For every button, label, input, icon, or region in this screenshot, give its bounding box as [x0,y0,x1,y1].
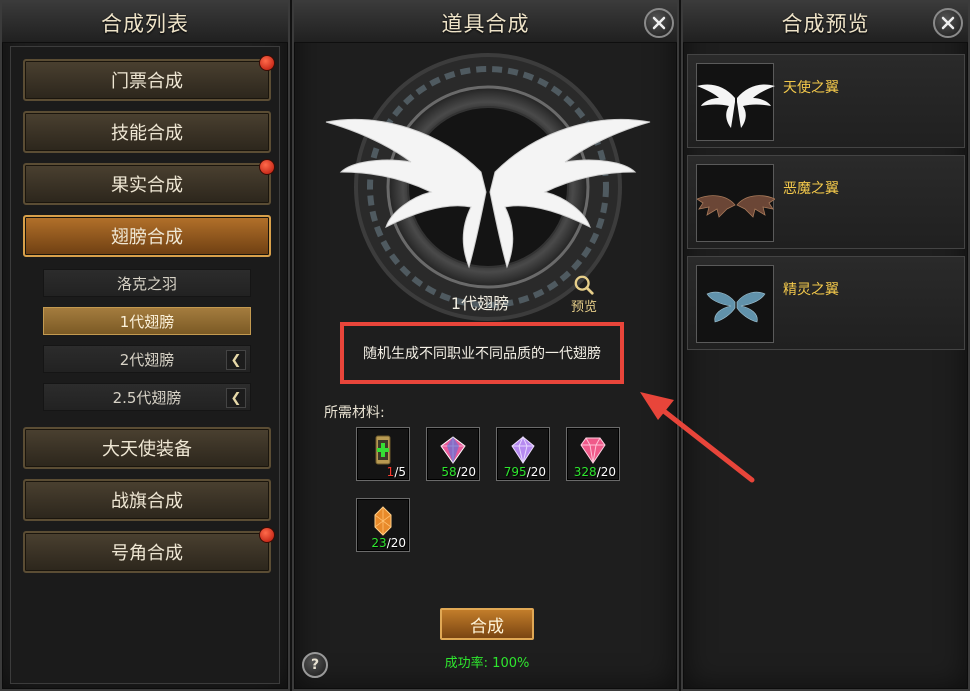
material-count: 795/20 [503,465,546,479]
fairy-wings-icon [706,291,766,323]
orange-crystal-icon [374,506,392,536]
category-ticket-synthesis[interactable]: 门票合成 [23,55,275,101]
success-rate: 成功率: 100% [444,656,530,671]
close-button[interactable] [933,8,963,38]
pink-gem-icon [440,436,466,464]
category-list: 门票合成 技能合成 果实合成 翅膀合成 洛克之羽 1代翅膀 2代翅膀 ❮ 2.5… [10,46,280,684]
preview-item-name: 精灵之翼 [783,282,839,298]
item-description: 随机生成不同职业不同品质的一代翅膀 [363,346,601,362]
category-banner-synthesis[interactable]: 战旗合成 [23,479,271,521]
notification-dot [259,159,275,175]
preview-card-angel-wings[interactable]: 天使之翼 [687,54,965,148]
material-slot[interactable]: 58/20 [426,427,480,481]
preview-item-name: 恶魔之翼 [783,181,839,197]
notification-dot [259,55,275,71]
magnifier-icon [574,275,594,295]
category-archangel-equipment[interactable]: 大天使装备 [23,427,271,469]
subitem-loch-feather[interactable]: 洛克之羽 [43,269,251,297]
category-label: 果实合成 [111,175,183,196]
chevron-left-icon[interactable]: ❮ [226,350,246,370]
materials-label: 所需材料: [324,405,385,421]
preview-thumbnail [696,265,774,343]
item-name: 1代翅膀 [450,294,510,313]
preview-item-name: 天使之翼 [783,80,839,96]
subitem-wings-tier2[interactable]: 2代翅膀 ❮ [43,345,251,373]
notification-dot [259,527,275,543]
category-fruit-synthesis[interactable]: 果实合成 [23,159,275,205]
panel-header: 合成预览 [683,2,968,43]
close-button[interactable] [644,8,674,38]
material-count: 23/20 [371,536,406,550]
material-slot[interactable]: 328/20 [566,427,620,481]
category-label: 技能合成 [111,123,183,144]
panel-header: 道具合成 [294,2,677,43]
description-highlight-box: 随机生成不同职业不同品质的一代翅膀 [340,322,624,384]
subitem-label: 2.5代翅膀 [112,388,182,407]
preview-card-fairy-wings[interactable]: 精灵之翼 [687,256,965,350]
subitem-label: 洛克之羽 [116,274,177,293]
annotation-arrow-icon [640,392,755,483]
item-synthesis-panel: 道具合成 1代翅膀 预览 随机生成不同职业不同品质的一代翅膀 所需材料: 1/5… [292,0,679,691]
category-label: 门票合成 [111,71,183,92]
help-button[interactable]: ? [302,652,328,678]
craft-button[interactable]: 合成 [440,608,534,640]
chevron-left-icon[interactable]: ❮ [226,388,246,408]
subitem-wings-tier2-5[interactable]: 2.5代翅膀 ❮ [43,383,251,411]
panel-title: 合成列表 [101,12,189,36]
purple-crystal-icon [511,435,535,464]
category-label: 翅膀合成 [111,227,183,248]
material-slot[interactable]: 795/20 [496,427,550,481]
subitem-label: 2代翅膀 [119,350,175,369]
category-skill-synthesis[interactable]: 技能合成 [23,111,271,153]
synthesis-preview-panel: 合成预览 天使之翼 恶魔之翼 精灵之翼 [681,0,970,691]
material-slot[interactable]: 23/20 [356,498,410,552]
synthesis-list-panel: 合成列表 门票合成 技能合成 果实合成 翅膀合成 洛克之羽 1代翅膀 2代翅膀 … [0,0,290,691]
material-count: 328/20 [573,465,616,479]
panel-title: 合成预览 [781,12,870,36]
ruby-diamond-icon [580,437,606,464]
close-icon [941,16,955,30]
preview-button[interactable]: 预览 [564,275,604,316]
preview-thumbnail [696,63,775,141]
category-label: 号角合成 [111,543,183,564]
green-cross-scroll-icon [375,435,391,465]
category-horn-synthesis[interactable]: 号角合成 [23,527,275,573]
category-label: 大天使装备 [102,439,192,460]
material-count: 58/20 [441,465,476,479]
category-wing-synthesis[interactable]: 翅膀合成 [23,215,271,257]
subitem-label: 1代翅膀 [119,312,175,331]
demon-wings-icon [697,195,775,218]
category-label: 战旗合成 [111,491,183,512]
preview-label: 预览 [570,300,597,315]
preview-thumbnail [696,164,775,242]
panel-title: 道具合成 [441,12,530,36]
preview-card-demon-wings[interactable]: 恶魔之翼 [687,155,965,249]
material-count: 1/5 [386,465,406,479]
close-icon [652,16,666,30]
wing-display-wheel [325,53,651,321]
subitem-wings-tier1[interactable]: 1代翅膀 [43,307,251,335]
panel-header: 合成列表 [2,2,288,43]
material-slot[interactable]: 1/5 [356,427,410,481]
angel-wings-icon [697,84,775,128]
